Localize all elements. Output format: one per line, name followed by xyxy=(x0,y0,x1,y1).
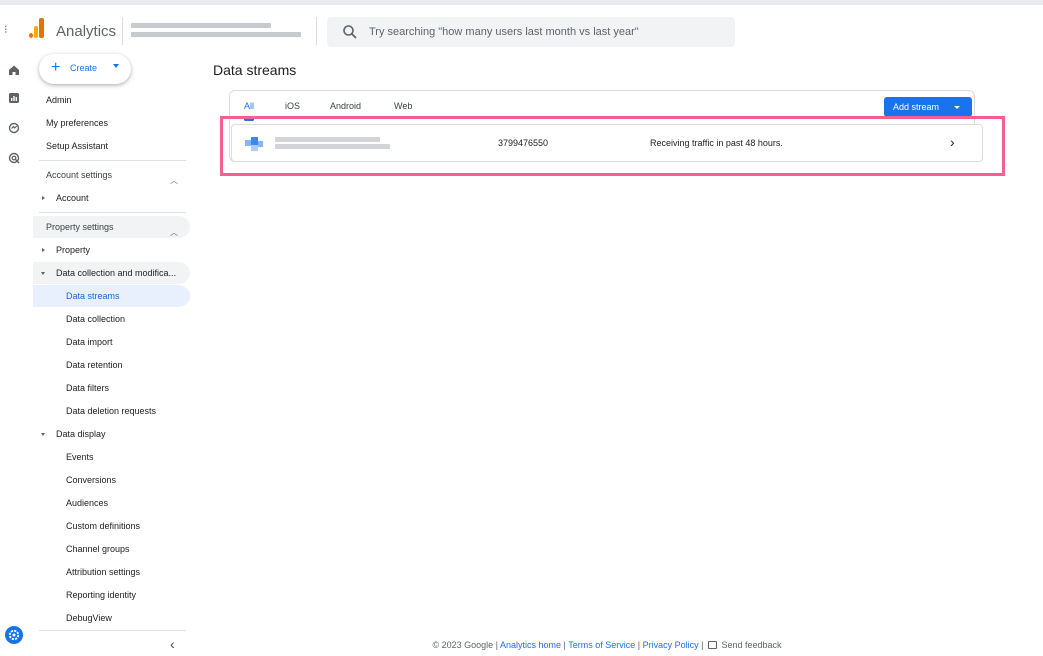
nav-attribution-settings[interactable]: Attribution settings xyxy=(33,561,190,583)
nav-admin[interactable]: Admin xyxy=(33,89,190,111)
create-button[interactable]: + Create xyxy=(39,54,131,84)
tab-web[interactable]: Web xyxy=(394,101,412,111)
nav-data-import[interactable]: Data import xyxy=(33,331,190,353)
nav-setup-assistant[interactable]: Setup Assistant xyxy=(33,135,190,157)
privacy-link[interactable]: Privacy Policy xyxy=(643,640,699,650)
top-bar: ⁝ Analytics Try searching "how many user… xyxy=(0,0,1043,54)
nav-property[interactable]: Property xyxy=(33,239,190,261)
app-name: Analytics xyxy=(56,23,117,40)
nav-events[interactable]: Events xyxy=(33,446,190,468)
nav-my-preferences[interactable]: My preferences xyxy=(33,112,190,134)
search-bar[interactable]: Try searching "how many users last month… xyxy=(327,17,735,47)
nav-divider xyxy=(39,212,186,213)
caret-down-icon xyxy=(41,433,45,436)
caret-down-icon xyxy=(954,106,960,109)
terms-link[interactable]: Terms of Service xyxy=(568,640,635,650)
nav-conversions[interactable]: Conversions xyxy=(33,469,190,491)
search-input[interactable]: Try searching "how many users last month… xyxy=(369,26,639,38)
analytics-home-link[interactable]: Analytics home xyxy=(500,640,561,650)
nav-account[interactable]: Account xyxy=(33,187,190,209)
admin-gear-icon[interactable] xyxy=(5,626,23,644)
tab-android[interactable]: Android xyxy=(330,101,361,111)
caret-down-icon xyxy=(113,64,119,68)
advertising-icon[interactable] xyxy=(8,152,20,164)
page-title: Data streams xyxy=(213,62,297,78)
admin-nav: + Create Admin My preferences Setup Assi… xyxy=(33,54,195,656)
header-divider xyxy=(316,17,317,45)
nav-reporting-identity[interactable]: Reporting identity xyxy=(33,584,190,606)
nav-data-filters[interactable]: Data filters xyxy=(33,377,190,399)
nav-data-streams[interactable]: Data streams xyxy=(33,285,190,307)
feedback-icon xyxy=(707,641,717,649)
footer: © 2023 Google | Analytics home | Terms o… xyxy=(432,640,782,650)
nav-data-retention[interactable]: Data retention xyxy=(33,354,190,376)
search-icon xyxy=(343,25,357,39)
nav-channel-groups[interactable]: Channel groups xyxy=(33,538,190,560)
tab-ios[interactable]: iOS xyxy=(285,101,300,111)
nav-data-deletion-requests[interactable]: Data deletion requests xyxy=(33,400,190,422)
left-rail xyxy=(0,54,28,656)
analytics-logo xyxy=(29,18,45,38)
property-settings-header[interactable]: Property settings ︿ xyxy=(33,216,190,238)
account-selector[interactable] xyxy=(131,19,311,45)
send-feedback-link[interactable]: Send feedback xyxy=(721,640,781,650)
account-settings-header[interactable]: Account settings ︿ xyxy=(33,164,190,186)
header-divider xyxy=(122,17,123,45)
nav-data-collection-group[interactable]: Data collection and modifica... xyxy=(33,262,190,284)
menu-icon[interactable]: ⁝ xyxy=(4,23,8,36)
annotation-highlight-box xyxy=(220,116,1005,176)
nav-custom-definitions[interactable]: Custom definitions xyxy=(33,515,190,537)
add-stream-button[interactable]: Add stream xyxy=(884,97,972,117)
nav-divider xyxy=(39,630,186,631)
nav-divider xyxy=(39,160,186,161)
collapse-nav-icon[interactable]: ‹ xyxy=(170,636,175,652)
nav-data-display-group[interactable]: Data display xyxy=(33,423,190,445)
nav-audiences[interactable]: Audiences xyxy=(33,492,190,514)
caret-right-icon xyxy=(42,196,45,200)
nav-debugview[interactable]: DebugView xyxy=(33,607,190,629)
home-icon[interactable] xyxy=(8,64,20,76)
caret-down-icon xyxy=(41,272,45,275)
reports-icon[interactable] xyxy=(8,92,20,104)
nav-data-collection[interactable]: Data collection xyxy=(33,308,190,330)
caret-right-icon xyxy=(42,248,45,252)
tab-all[interactable]: All xyxy=(244,101,254,111)
explore-icon[interactable] xyxy=(8,122,20,134)
main-content: Data streams All iOS Android Web Add str… xyxy=(195,54,1043,656)
plus-icon: + xyxy=(51,59,61,76)
